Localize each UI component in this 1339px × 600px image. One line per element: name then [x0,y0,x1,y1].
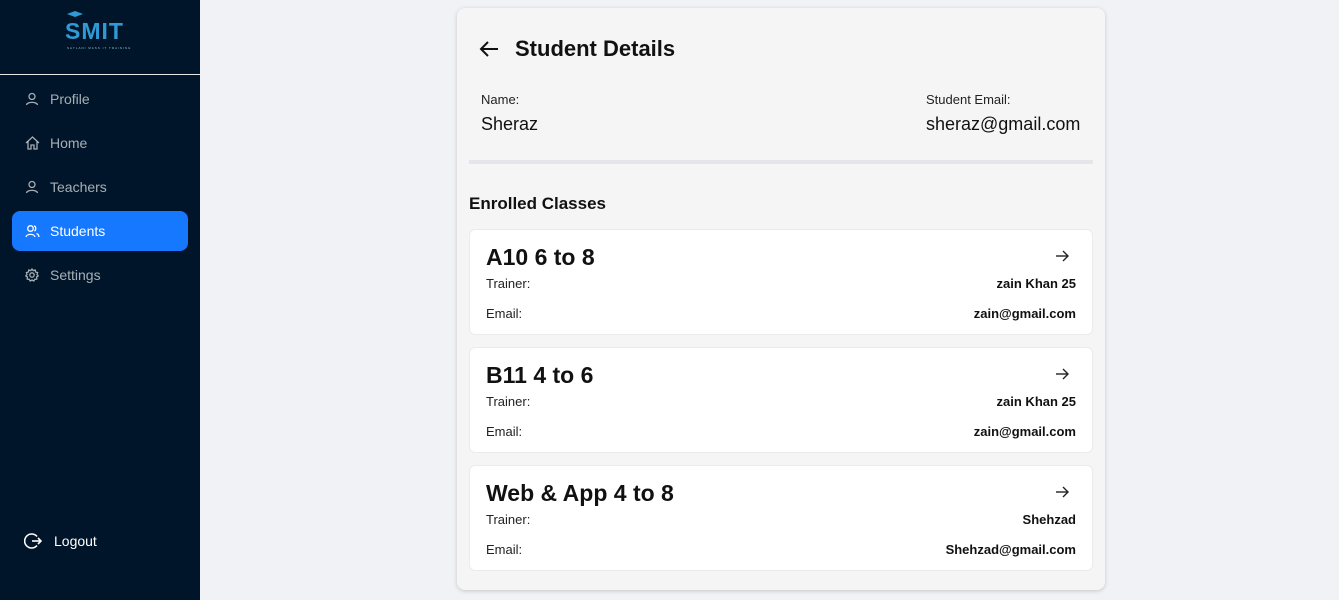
enrolled-classes-title: Enrolled Classes [469,194,607,213]
sidebar-item-label: Settings [50,267,101,283]
class-email-value: zain@gmail.com [973,306,1076,321]
sidebar-item-label: Home [50,135,88,151]
sidebar-item-home[interactable]: Home [12,123,188,163]
user-icon [24,179,40,195]
students-icon [24,223,40,239]
trainer-label: Trainer: [486,276,531,291]
email-label: Student Email: [926,92,1011,107]
logout-label: Logout [54,533,97,549]
class-card[interactable]: A10 6 to 8 Trainer: zain Khan 25 Email: … [469,229,1093,335]
class-card[interactable]: B11 4 to 6 Trainer: zain Khan 25 Email: … [469,347,1093,453]
arrow-right-icon[interactable] [1054,248,1070,264]
sidebar-item-profile[interactable]: Profile [12,79,188,119]
logo-area: SMIT SAYLANI MASS IT TRAINING [0,0,200,75]
trainer-value: zain Khan 25 [996,276,1076,291]
logo-tagline: SAYLANI MASS IT TRAINING [67,46,132,50]
trainer-value: Shehzad [1022,512,1076,527]
card-header: Student Details [477,36,675,62]
class-name: A10 6 to 8 [486,244,595,270]
sidebar-menu: Profile Home Teachers Students Settings [0,79,200,295]
name-value: Sheraz [481,114,539,134]
logo-text: SMIT [65,18,124,44]
sidebar-item-label: Profile [50,91,90,107]
class-email-label: Email: [486,542,523,557]
student-details-card: Student Details Name: Sheraz Student Ema… [457,8,1105,590]
arrow-right-icon[interactable] [1054,484,1070,500]
sidebar-item-label: Students [50,223,106,239]
class-card[interactable]: Web & App 4 to 8 Trainer: Shehzad Email:… [469,465,1093,571]
gear-icon [24,267,40,283]
trainer-label: Trainer: [486,512,531,527]
divider [469,160,1093,164]
home-icon [24,135,40,151]
sidebar: SMIT SAYLANI MASS IT TRAINING Profile Ho… [0,0,200,600]
user-icon [24,91,40,107]
class-email-label: Email: [486,424,523,439]
sidebar-item-students[interactable]: Students [12,211,188,251]
page-title: Student Details [515,36,676,61]
logout-button[interactable]: Logout [23,532,97,550]
class-email-value: zain@gmail.com [973,424,1076,439]
class-email-label: Email: [486,306,523,321]
sidebar-item-settings[interactable]: Settings [12,255,188,295]
trainer-label: Trainer: [486,394,531,409]
class-email-value: Shehzad@gmail.com [945,542,1076,557]
class-name: B11 4 to 6 [486,362,594,388]
name-label: Name: [481,92,520,107]
smit-logo: SMIT SAYLANI MASS IT TRAINING [65,10,135,54]
trainer-value: zain Khan 25 [996,394,1076,409]
back-arrow-icon[interactable] [477,37,501,61]
sidebar-item-teachers[interactable]: Teachers [12,167,188,207]
class-name: Web & App 4 to 8 [486,480,674,506]
email-value: sheraz@gmail.com [926,114,1081,134]
sidebar-item-label: Teachers [50,179,107,195]
logout-icon [23,532,43,550]
arrow-right-icon[interactable] [1054,366,1070,382]
